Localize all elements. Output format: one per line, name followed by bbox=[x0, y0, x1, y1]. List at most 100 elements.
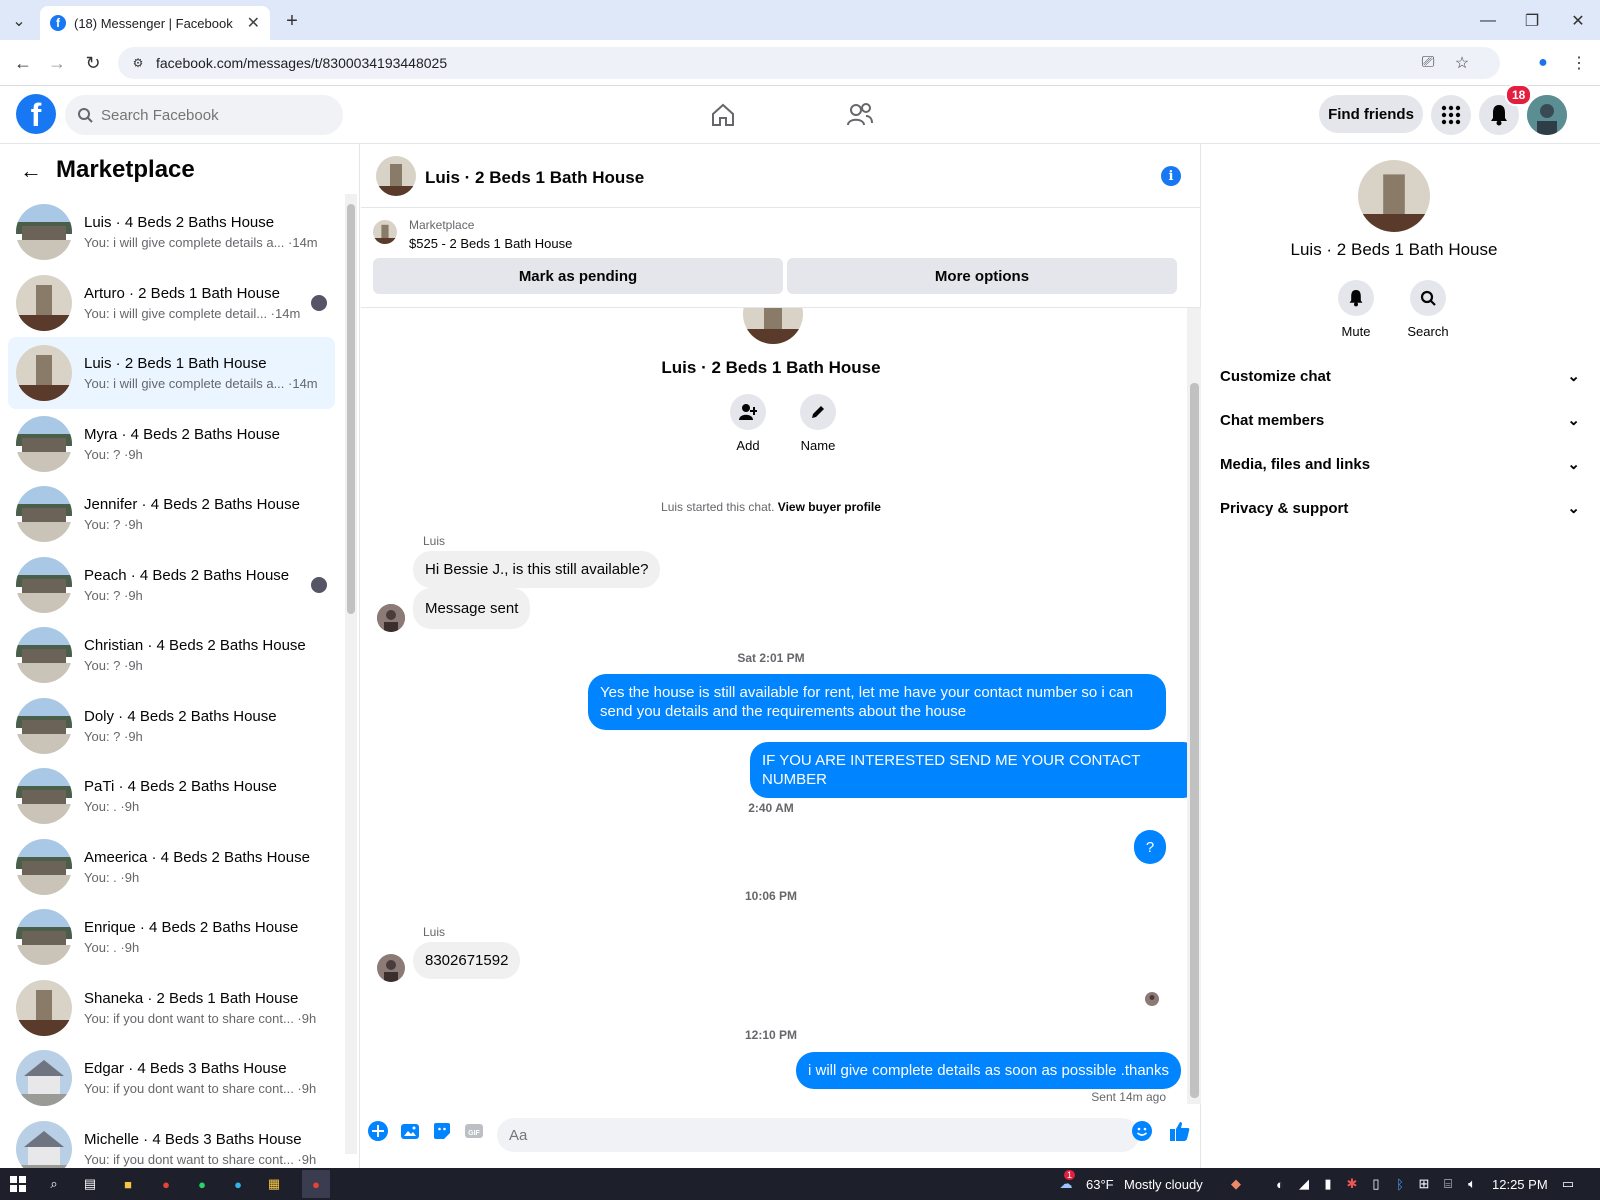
tray-app-icon[interactable]: ✱ bbox=[1342, 1174, 1362, 1194]
conversation-item[interactable]: Edgar · 4 Beds 3 Baths House You: if you … bbox=[8, 1042, 335, 1114]
friends-nav-icon[interactable] bbox=[845, 100, 875, 130]
chat-avatar[interactable] bbox=[376, 156, 416, 196]
view-buyer-profile-link[interactable]: View buyer profile bbox=[778, 500, 881, 514]
task-view-icon[interactable]: ▤ bbox=[80, 1174, 100, 1194]
media-files-links-section[interactable]: Media, files and links ⌄ bbox=[1220, 444, 1580, 484]
tray-chart-icon[interactable]: ▮ bbox=[1318, 1174, 1338, 1194]
network-icon[interactable]: ⌸ bbox=[1438, 1174, 1458, 1194]
reload-icon[interactable]: ↻ bbox=[82, 52, 104, 74]
privacy-support-section[interactable]: Privacy & support ⌄ bbox=[1220, 488, 1580, 528]
chrome-icon[interactable]: ● bbox=[156, 1174, 176, 1194]
store-icon[interactable]: ▦ bbox=[264, 1174, 284, 1194]
url-field[interactable]: ⚙ facebook.com/messages/t/83000341934480… bbox=[118, 47, 1500, 79]
outgoing-message[interactable]: i will give complete details as soon as … bbox=[796, 1052, 1182, 1089]
conversation-item[interactable]: Luis · 4 Beds 2 Baths House You: i will g… bbox=[8, 196, 335, 268]
incoming-message[interactable]: Message sent bbox=[413, 588, 531, 629]
account-avatar[interactable] bbox=[1527, 95, 1567, 135]
message-input-field[interactable] bbox=[497, 1118, 1139, 1152]
battery-icon[interactable]: ▯ bbox=[1366, 1174, 1386, 1194]
weather-description[interactable]: Mostly cloudy bbox=[1124, 1177, 1203, 1192]
forward-icon[interactable]: → bbox=[46, 52, 68, 74]
sender-avatar[interactable] bbox=[377, 604, 405, 632]
new-tab-icon[interactable]: + bbox=[280, 10, 304, 32]
site-info-icon[interactable]: ⚙ bbox=[130, 55, 146, 71]
chrome-menu-icon[interactable]: ⋮ bbox=[1568, 52, 1590, 74]
chat-scrollbar[interactable] bbox=[1187, 308, 1201, 1104]
whatsapp-icon[interactable]: ● bbox=[192, 1174, 212, 1194]
thumbs-up-icon[interactable] bbox=[1169, 1120, 1191, 1142]
conversation-item[interactable]: Arturo · 2 Beds 1 Bath House You: i will … bbox=[8, 267, 335, 339]
conversation-item[interactable]: Christian · 4 Beds 2 Baths House You: ? ·… bbox=[8, 619, 335, 691]
chat-members-section[interactable]: Chat members ⌄ bbox=[1220, 400, 1580, 440]
file-explorer-icon[interactable]: ■ bbox=[118, 1174, 138, 1194]
conversation-item[interactable]: Shaneka · 2 Beds 1 Bath House You: if you… bbox=[8, 972, 335, 1044]
facebook-logo-icon[interactable]: f bbox=[16, 94, 56, 134]
gif-icon[interactable]: GIF bbox=[463, 1120, 485, 1142]
conversation-item[interactable]: Ameerica · 4 Beds 2 Baths House You: . ·9… bbox=[8, 831, 335, 903]
bookmark-star-icon[interactable]: ☆ bbox=[1452, 53, 1472, 73]
home-nav-icon[interactable] bbox=[708, 100, 738, 130]
tray-app-icon[interactable]: ⊞ bbox=[1414, 1174, 1434, 1194]
close-window-icon[interactable]: ✕ bbox=[1566, 10, 1590, 32]
browser-tab[interactable]: f (18) Messenger | Facebook ✕ bbox=[40, 6, 270, 40]
name-chat-action[interactable]: Name bbox=[788, 394, 848, 453]
mute-action[interactable]: Mute bbox=[1326, 280, 1386, 339]
weather-temp[interactable]: 63°F bbox=[1086, 1177, 1114, 1192]
facebook-search-input[interactable] bbox=[101, 106, 321, 124]
profile-avatar[interactable] bbox=[1358, 160, 1430, 232]
facebook-search[interactable] bbox=[65, 95, 343, 135]
emoji-icon[interactable] bbox=[1131, 1120, 1153, 1142]
info-icon[interactable]: i bbox=[1161, 166, 1181, 186]
chat-scroll-thumb[interactable] bbox=[1190, 383, 1199, 1098]
close-tab-icon[interactable]: ✕ bbox=[247, 13, 260, 33]
incoming-message[interactable]: Hi Bessie J., is this still available? bbox=[413, 551, 661, 588]
listing-thumbnail[interactable] bbox=[373, 220, 397, 244]
conversation-item[interactable]: Enrique · 4 Beds 2 Baths House You: . ·9h bbox=[8, 901, 335, 973]
chat-title[interactable]: Luis · 2 Beds 1 Bath House bbox=[425, 168, 644, 188]
tray-app-icon[interactable]: ◢ bbox=[1294, 1174, 1314, 1194]
sender-avatar[interactable] bbox=[377, 954, 405, 982]
conversation-item[interactable]: Myra · 4 Beds 2 Baths House You: ? ·9h bbox=[8, 408, 335, 480]
profile-icon[interactable]: ● bbox=[1532, 52, 1554, 74]
conversation-item[interactable]: Luis · 2 Beds 1 Bath House You: i will gi… bbox=[8, 337, 335, 409]
volume-icon[interactable]: 🔈︎ bbox=[1462, 1174, 1482, 1194]
clock[interactable]: 12:25 PM bbox=[1492, 1177, 1548, 1192]
back-icon[interactable]: ← bbox=[12, 52, 34, 74]
install-app-icon[interactable]: ⎚ bbox=[1418, 53, 1438, 73]
tray-app-icon[interactable]: ◐ bbox=[1270, 1174, 1290, 1194]
tab-search-icon[interactable]: ⌄ bbox=[8, 10, 30, 32]
bluetooth-icon[interactable]: ᛒ bbox=[1390, 1174, 1410, 1194]
conversation-item[interactable]: Doly · 4 Beds 2 Baths House You: ? ·9h bbox=[8, 690, 335, 762]
add-member-action[interactable]: Add bbox=[718, 394, 778, 453]
back-arrow-icon[interactable]: ← bbox=[20, 158, 42, 184]
message-input[interactable] bbox=[509, 1126, 1069, 1144]
edge-icon[interactable]: ● bbox=[228, 1174, 248, 1194]
minimize-icon[interactable]: — bbox=[1476, 10, 1500, 32]
incoming-message[interactable]: 8302671592 bbox=[413, 942, 521, 979]
active-chrome-icon[interactable]: ● bbox=[302, 1170, 330, 1198]
find-friends-button[interactable]: Find friends bbox=[1319, 95, 1423, 133]
sidebar-scroll-thumb[interactable] bbox=[347, 204, 355, 614]
plus-circle-icon[interactable] bbox=[367, 1120, 389, 1142]
taskbar-search-icon[interactable]: ⌕ bbox=[44, 1174, 64, 1194]
outgoing-message[interactable]: ? bbox=[1134, 830, 1166, 864]
sidebar-scrollbar[interactable] bbox=[345, 194, 357, 1154]
outgoing-message[interactable]: IF YOU ARE INTERESTED SEND ME YOUR CONTA… bbox=[750, 742, 1201, 798]
restore-icon[interactable]: ❐ bbox=[1520, 10, 1544, 32]
notification-center-icon[interactable]: ▭ bbox=[1558, 1174, 1578, 1194]
conversation-item[interactable]: Jennifer · 4 Beds 2 Baths House You: ? ·9… bbox=[8, 478, 335, 550]
listing-title[interactable]: $525 - 2 Beds 1 Bath House bbox=[409, 236, 572, 251]
menu-grid-button[interactable] bbox=[1431, 95, 1471, 135]
customize-chat-section[interactable]: Customize chat ⌄ bbox=[1220, 356, 1580, 396]
windows-start-icon[interactable] bbox=[8, 1174, 28, 1194]
more-options-button[interactable]: More options bbox=[787, 258, 1177, 294]
outgoing-message[interactable]: Yes the house is still available for ren… bbox=[588, 674, 1166, 730]
conversation-item[interactable]: Michelle · 4 Beds 3 Baths House You: if y… bbox=[8, 1113, 335, 1168]
photo-icon[interactable] bbox=[399, 1120, 421, 1142]
conversation-item[interactable]: Peach · 4 Beds 2 Baths House You: ? ·9h bbox=[8, 549, 335, 621]
sticker-icon[interactable] bbox=[431, 1120, 453, 1142]
mark-as-pending-button[interactable]: Mark as pending bbox=[373, 258, 783, 294]
conversation-item[interactable]: PaTi · 4 Beds 2 Baths House You: . ·9h bbox=[8, 760, 335, 832]
security-icon[interactable]: ◆ bbox=[1226, 1174, 1246, 1194]
search-action[interactable]: Search bbox=[1398, 280, 1458, 339]
